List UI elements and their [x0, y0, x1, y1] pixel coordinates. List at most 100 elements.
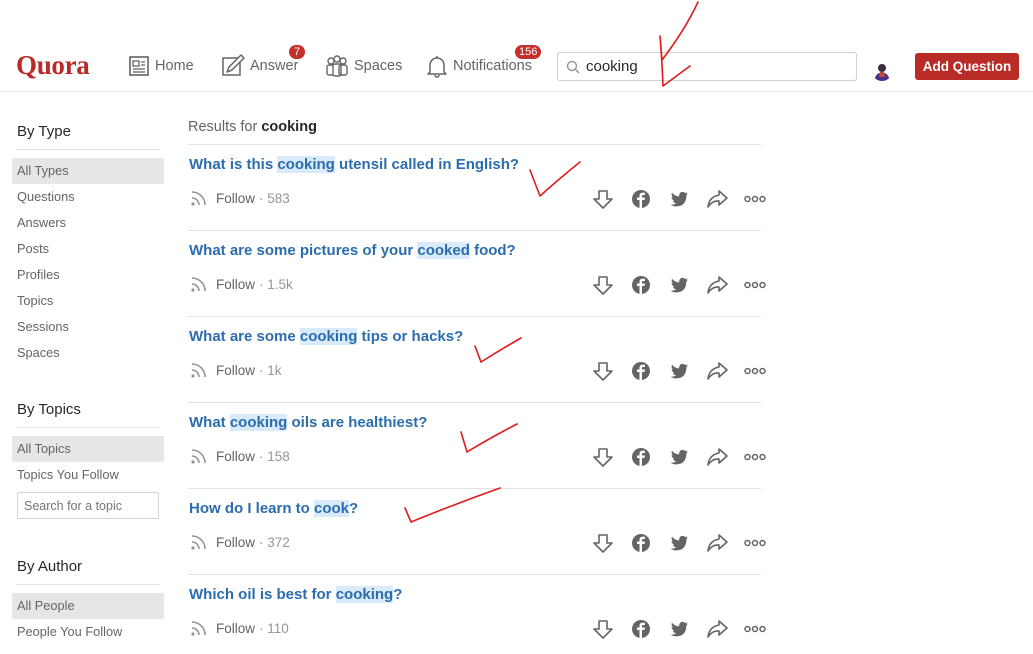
- more-icon: [744, 539, 766, 547]
- follow-button[interactable]: Follow 583: [190, 189, 290, 207]
- follow-button[interactable]: Follow 1k: [190, 361, 282, 379]
- follow-button[interactable]: Follow 110: [190, 619, 289, 637]
- downvote-button[interactable]: [584, 617, 622, 641]
- add-question-button[interactable]: Add Question: [915, 53, 1019, 80]
- filter-all-types[interactable]: All Types: [12, 158, 164, 184]
- home-icon: [129, 56, 149, 76]
- share-icon: [707, 448, 728, 466]
- follower-count: 158: [259, 449, 290, 464]
- nav-spaces-label: Spaces: [354, 58, 403, 74]
- search-icon: [566, 60, 580, 73]
- share-facebook-button[interactable]: [622, 273, 660, 297]
- follow-button[interactable]: Follow 1.5k: [190, 275, 293, 293]
- rss-follow-icon: [191, 621, 206, 636]
- follow-label: Follow: [216, 534, 256, 550]
- share-button[interactable]: [698, 617, 736, 641]
- share-facebook-button[interactable]: [622, 617, 660, 641]
- follow-button[interactable]: Follow 372: [190, 533, 290, 551]
- divider: [16, 149, 160, 150]
- twitter-icon: [670, 363, 688, 379]
- share-button[interactable]: [698, 445, 736, 469]
- downvote-button[interactable]: [584, 445, 622, 469]
- more-options-button[interactable]: [736, 359, 774, 383]
- query-highlight: cook: [314, 500, 350, 517]
- filter-profiles[interactable]: Profiles: [12, 262, 164, 288]
- search-input[interactable]: [586, 58, 846, 75]
- bell-icon: [427, 56, 447, 78]
- share-facebook-button[interactable]: [622, 531, 660, 555]
- divider: [16, 427, 160, 428]
- more-options-button[interactable]: [736, 617, 774, 641]
- share-button[interactable]: [698, 187, 736, 211]
- question-title-link[interactable]: What are some pictures of your cooked fo…: [189, 242, 516, 259]
- query-highlight: cooking: [229, 414, 288, 431]
- share-facebook-button[interactable]: [622, 359, 660, 383]
- share-twitter-button[interactable]: [660, 531, 698, 555]
- quora-logo[interactable]: Quora: [16, 50, 90, 81]
- filter-topics[interactable]: Topics: [12, 288, 164, 314]
- filter-questions[interactable]: Questions: [12, 184, 164, 210]
- follow-label: Follow: [216, 190, 256, 206]
- question-title-link[interactable]: What are some cooking tips or hacks?: [189, 328, 463, 345]
- topic-search-input[interactable]: [17, 492, 159, 519]
- filter-posts[interactable]: Posts: [12, 236, 164, 262]
- filter-topics-you-follow[interactable]: Topics You Follow: [12, 462, 164, 488]
- downvote-button[interactable]: [584, 187, 622, 211]
- avatar[interactable]: [872, 61, 892, 81]
- share-facebook-button[interactable]: [622, 187, 660, 211]
- filter-people-you-follow[interactable]: People You Follow: [12, 619, 164, 645]
- question-title-link[interactable]: What cooking oils are healthiest?: [189, 414, 427, 431]
- downvote-icon: [593, 362, 613, 381]
- query-highlight: cooking: [277, 156, 335, 173]
- query-highlight: cooked: [417, 242, 470, 259]
- share-twitter-button[interactable]: [660, 187, 698, 211]
- more-icon: [744, 281, 766, 289]
- question-title-link[interactable]: Which oil is best for cooking?: [189, 586, 402, 603]
- share-twitter-button[interactable]: [660, 359, 698, 383]
- more-options-button[interactable]: [736, 273, 774, 297]
- share-twitter-button[interactable]: [660, 273, 698, 297]
- share-twitter-button[interactable]: [660, 445, 698, 469]
- downvote-button[interactable]: [584, 359, 622, 383]
- follow-button[interactable]: Follow 158: [190, 447, 290, 465]
- facebook-icon: [632, 276, 650, 294]
- filter-spaces[interactable]: Spaces: [12, 340, 164, 366]
- spaces-icon: [326, 55, 348, 77]
- downvote-button[interactable]: [584, 531, 622, 555]
- question-title-link[interactable]: How do I learn to cook?: [189, 500, 358, 517]
- follower-count: 110: [259, 621, 289, 636]
- filter-all-people[interactable]: All People: [12, 593, 164, 619]
- share-button[interactable]: [698, 531, 736, 555]
- nav-answer[interactable]: Answer 7: [221, 45, 305, 80]
- nav-home[interactable]: Home: [128, 52, 194, 80]
- share-facebook-button[interactable]: [622, 445, 660, 469]
- divider: [16, 584, 160, 585]
- result-item: What is this cooking utensil called in E…: [188, 145, 766, 231]
- twitter-icon: [670, 621, 688, 637]
- share-button[interactable]: [698, 273, 736, 297]
- result-actions: [584, 187, 774, 211]
- share-twitter-button[interactable]: [660, 617, 698, 641]
- question-title-text: How do I learn to: [189, 500, 315, 517]
- facebook-icon: [632, 448, 650, 466]
- more-options-button[interactable]: [736, 187, 774, 211]
- question-title-link[interactable]: What is this cooking utensil called in E…: [189, 156, 519, 173]
- more-options-button[interactable]: [736, 445, 774, 469]
- filter-by-author: By Author All People People You Follow: [12, 554, 164, 645]
- rss-follow-icon: [191, 191, 206, 206]
- nav-spaces[interactable]: Spaces: [325, 52, 402, 80]
- filter-answers[interactable]: Answers: [12, 210, 164, 236]
- more-options-button[interactable]: [736, 531, 774, 555]
- filter-sessions[interactable]: Sessions: [12, 314, 164, 340]
- filter-all-topics[interactable]: All Topics: [12, 436, 164, 462]
- notifications-count-badge: 156: [515, 45, 542, 59]
- filter-by-type-title: By Type: [17, 123, 71, 140]
- downvote-button[interactable]: [584, 273, 622, 297]
- result-item: What are some cooking tips or hacks? Fol…: [188, 317, 766, 403]
- share-button[interactable]: [698, 359, 736, 383]
- share-icon: [707, 362, 728, 380]
- search-box[interactable]: [557, 52, 857, 81]
- nav-notifications[interactable]: Notifications 156: [426, 45, 542, 80]
- downvote-icon: [593, 620, 613, 639]
- results-heading: Results for cooking: [188, 119, 317, 135]
